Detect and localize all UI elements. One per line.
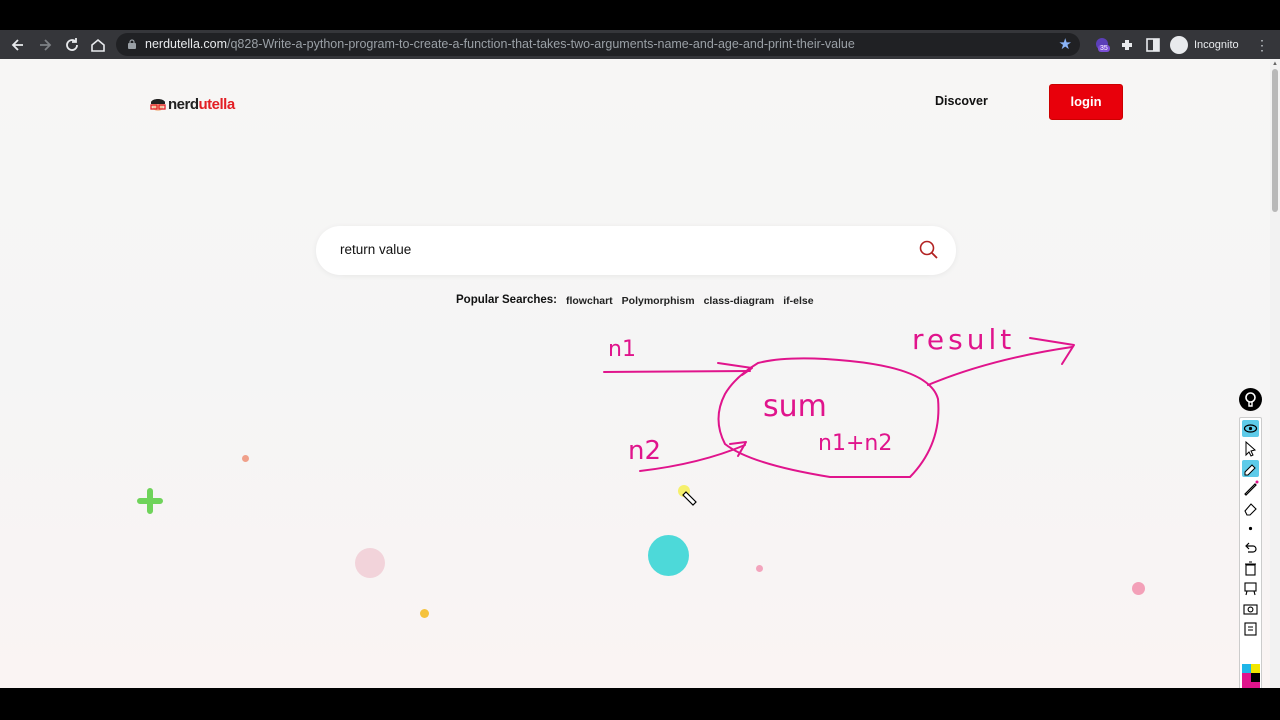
scroll-thumb[interactable] <box>1272 69 1278 212</box>
extension-badge: 35 <box>1098 45 1110 52</box>
board-icon[interactable] <box>1242 580 1259 597</box>
color-swatches[interactable] <box>1242 664 1260 688</box>
trash-icon[interactable] <box>1242 560 1259 577</box>
screen-bottom-bar <box>0 688 1280 720</box>
page-scrollbar[interactable]: ▲ <box>1270 59 1280 688</box>
marker-icon[interactable] <box>1242 460 1259 477</box>
label-n2: n2 <box>628 436 661 466</box>
sidepanel-icon[interactable] <box>1143 35 1163 55</box>
eye-icon[interactable] <box>1242 420 1259 437</box>
address-bar[interactable]: nerdutella.com/q828-Write-a-python-progr… <box>116 33 1080 56</box>
label-sum: sum <box>763 389 827 424</box>
url-host: nerdutella.com <box>145 37 227 51</box>
size-dot-icon[interactable] <box>1242 520 1259 537</box>
pen-icon[interactable] <box>1242 480 1259 497</box>
browser-toolbar: nerdutella.com/q828-Write-a-python-progr… <box>0 30 1280 59</box>
eraser-icon[interactable] <box>1242 500 1259 517</box>
label-expr: n1+n2 <box>818 431 892 456</box>
arrow-n1 <box>603 370 751 373</box>
menu-icon[interactable]: ⋮ <box>1252 35 1272 55</box>
sum-ellipse <box>717 357 940 478</box>
label-result: result <box>912 323 1015 356</box>
lock-icon[interactable] <box>128 39 136 49</box>
annotation-tools <box>1239 417 1262 688</box>
clipboard-icon[interactable] <box>1242 620 1259 637</box>
scroll-up-icon[interactable]: ▲ <box>1272 61 1278 67</box>
incognito-icon <box>1170 35 1188 54</box>
cursor-icon[interactable] <box>1242 440 1259 457</box>
page-viewport: nerdutella Discover login return value P… <box>0 59 1280 688</box>
home-icon[interactable] <box>88 35 108 55</box>
reload-icon[interactable] <box>62 35 82 55</box>
incognito-label: Incognito <box>1194 38 1239 51</box>
handwritten-diagram: n1 n2 sum n1+n2 result <box>603 323 1075 478</box>
label-n1: n1 <box>608 337 636 362</box>
bulb-icon[interactable] <box>1239 388 1262 411</box>
url-path: /q828-Write-a-python-program-to-create-a… <box>227 37 855 51</box>
extensions-icon[interactable] <box>1117 35 1137 55</box>
forward-icon[interactable] <box>35 35 55 55</box>
star-icon[interactable]: ★ <box>1059 35 1072 53</box>
back-icon[interactable] <box>8 35 28 55</box>
url-text[interactable]: nerdutella.com/q828-Write-a-python-progr… <box>145 37 855 51</box>
screen-top-bar <box>0 0 1280 30</box>
camera-icon[interactable] <box>1242 600 1259 617</box>
incognito-indicator[interactable]: Incognito <box>1170 34 1239 55</box>
pen-cursor-icon <box>678 485 697 506</box>
annotation-toolbar <box>1239 388 1262 688</box>
undo-icon[interactable] <box>1242 540 1259 557</box>
